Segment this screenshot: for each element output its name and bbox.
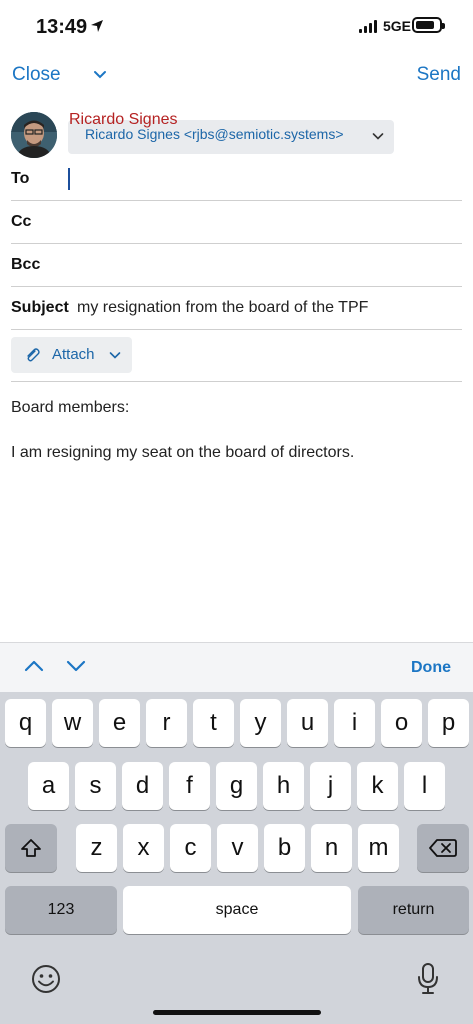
backspace-key[interactable]	[417, 824, 469, 872]
key-n[interactable]: n	[311, 824, 352, 872]
chevron-down-icon[interactable]	[93, 70, 107, 80]
key-u[interactable]: u	[287, 699, 328, 747]
cc-label: Cc	[11, 213, 32, 230]
key-x[interactable]: x	[123, 824, 164, 872]
send-button[interactable]: Send	[417, 64, 461, 86]
key-e[interactable]: e	[99, 699, 140, 747]
location-arrow-icon	[91, 20, 103, 32]
attach-button[interactable]: Attach	[11, 337, 132, 373]
numbers-key[interactable]: 123	[5, 886, 117, 934]
key-o[interactable]: o	[381, 699, 422, 747]
status-bar: 13:49 5GE	[0, 0, 473, 52]
avatar	[11, 112, 57, 158]
from-name: Ricardo Signes	[69, 111, 178, 128]
key-s[interactable]: s	[75, 762, 116, 810]
key-w[interactable]: w	[52, 699, 93, 747]
cellular-signal-icon	[359, 20, 377, 33]
keyboard-accessory-bar: Done	[0, 642, 473, 692]
key-i[interactable]: i	[334, 699, 375, 747]
key-k[interactable]: k	[357, 762, 398, 810]
key-v[interactable]: v	[217, 824, 258, 872]
attach-label: Attach	[52, 346, 95, 363]
to-label: To	[11, 170, 30, 187]
key-f[interactable]: f	[169, 762, 210, 810]
key-m[interactable]: m	[358, 824, 399, 872]
subject-field[interactable]: Subject my resignation from the board of…	[11, 287, 462, 330]
key-c[interactable]: c	[170, 824, 211, 872]
battery-icon	[412, 17, 445, 33]
cc-field[interactable]: Cc	[11, 201, 462, 244]
emoji-icon[interactable]	[30, 963, 62, 995]
space-key[interactable]: space	[123, 886, 351, 934]
paperclip-icon	[27, 348, 40, 362]
key-j[interactable]: j	[310, 762, 351, 810]
key-t[interactable]: t	[193, 699, 234, 747]
backspace-icon	[429, 839, 457, 857]
chevron-up-icon[interactable]	[24, 660, 44, 672]
chevron-down-icon	[109, 352, 121, 359]
key-q[interactable]: q	[5, 699, 46, 747]
bcc-field[interactable]: Bcc	[11, 244, 462, 287]
microphone-icon[interactable]	[416, 962, 440, 996]
key-y[interactable]: y	[240, 699, 281, 747]
done-button[interactable]: Done	[411, 659, 451, 677]
divider	[11, 381, 462, 382]
to-field[interactable]: To	[11, 158, 462, 201]
home-indicator	[153, 1010, 321, 1015]
bcc-label: Bcc	[11, 256, 41, 273]
network-type: 5GE	[383, 18, 412, 34]
text-cursor	[68, 168, 70, 190]
key-l[interactable]: l	[404, 762, 445, 810]
shift-icon	[21, 839, 41, 857]
key-z[interactable]: z	[76, 824, 117, 872]
status-time: 13:49	[36, 16, 88, 38]
key-p[interactable]: p	[428, 699, 469, 747]
body-line: I am resigning my seat on the board of d…	[11, 444, 355, 461]
chevron-down-icon	[372, 133, 384, 140]
chevron-down-icon[interactable]	[66, 660, 86, 672]
key-d[interactable]: d	[122, 762, 163, 810]
close-button[interactable]: Close	[12, 64, 61, 86]
key-g[interactable]: g	[216, 762, 257, 810]
shift-key[interactable]	[5, 824, 57, 872]
key-r[interactable]: r	[146, 699, 187, 747]
body-line: Board members:	[11, 399, 130, 416]
key-a[interactable]: a	[28, 762, 69, 810]
subject-input[interactable]: my resignation from the board of the TPF	[77, 299, 368, 317]
key-b[interactable]: b	[264, 824, 305, 872]
subject-label: Subject	[11, 299, 69, 316]
return-key[interactable]: return	[358, 886, 469, 934]
key-h[interactable]: h	[263, 762, 304, 810]
